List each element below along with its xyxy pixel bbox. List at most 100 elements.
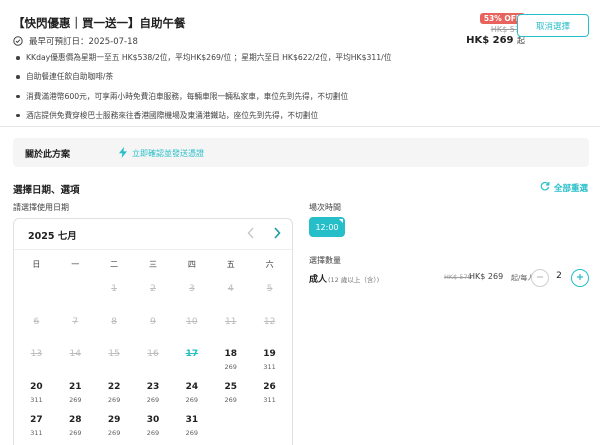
- day-cell: 5: [250, 279, 289, 312]
- quantity-increase-button[interactable]: [571, 269, 589, 287]
- weekday-label: 日: [32, 260, 41, 269]
- day-cell[interactable]: 21 269: [56, 377, 95, 410]
- day-number: 18: [224, 349, 237, 360]
- day-cell: 6: [17, 312, 56, 345]
- instant-confirm: 立即確認並發送憑證: [119, 147, 204, 160]
- weekday-label: 二: [110, 260, 119, 269]
- day-number: 30: [146, 414, 160, 425]
- day-number: 7: [72, 316, 79, 327]
- day-cell[interactable]: 18 269: [211, 344, 250, 377]
- day-number: 4: [227, 284, 234, 294]
- next-month-button[interactable]: [269, 226, 285, 242]
- day-price: 311: [30, 396, 43, 405]
- day-price: 269: [146, 428, 160, 437]
- refresh-icon: [540, 181, 550, 194]
- adult-quantity-row: 成人 (12 歲以上（含）) HK$ 570 HK$ 269 起/每人 2: [309, 268, 589, 288]
- adult-price: HK$ 269: [469, 272, 504, 281]
- day-number: 13: [30, 349, 43, 360]
- weekday-label: 一: [71, 260, 80, 269]
- day-number: 26: [263, 382, 276, 393]
- day-price: 311: [263, 363, 276, 372]
- minus-icon: [536, 273, 544, 284]
- day-number: 8: [111, 316, 117, 327]
- adult-label: 成人: [309, 275, 328, 285]
- calendar-month: 2025 七月: [28, 231, 77, 242]
- weekday-label: 三: [148, 260, 157, 269]
- weekday-label: 六: [265, 260, 274, 269]
- day-cell[interactable]: 25 269: [211, 377, 250, 410]
- day-price: 269: [224, 396, 237, 405]
- day-cell[interactable]: 27 311: [17, 410, 56, 443]
- day-number: 3: [188, 284, 195, 294]
- quantity-label: 選擇數量: [309, 256, 341, 265]
- day-cell[interactable]: 20 311: [17, 377, 56, 410]
- day-cell: 16: [134, 344, 173, 377]
- day-number: 28: [69, 414, 82, 425]
- day-number: 2: [150, 284, 156, 294]
- day-cell: 1: [95, 279, 134, 312]
- lightning-icon: [119, 147, 127, 160]
- day-number: 15: [108, 349, 120, 360]
- day-cell: 13: [17, 344, 56, 377]
- day-cell[interactable]: 29 269: [95, 410, 134, 443]
- day-number: 31: [185, 414, 199, 425]
- date-prompt: 請選擇使用日期: [13, 203, 69, 212]
- day-cell: 4: [211, 279, 250, 312]
- check-circle-icon: [13, 36, 23, 46]
- day-number: 23: [146, 382, 160, 393]
- day-price: 269: [107, 396, 121, 405]
- day-number: 11: [224, 316, 237, 327]
- day-price: 269: [107, 428, 121, 437]
- day-cell[interactable]: 19 311: [250, 344, 289, 377]
- day-number: 17: [185, 349, 199, 360]
- weekday-row: 日一二三四五六: [17, 259, 289, 270]
- day-number: 20: [30, 382, 43, 393]
- price-suffix: 起: [517, 36, 525, 45]
- day-number: 29: [107, 414, 121, 425]
- day-number: 9: [150, 316, 156, 327]
- adult-original-price: HK$ 570: [444, 273, 472, 281]
- highlights-list: KKday優惠價為星期一至五 HK$538/2位，平均HK$269/位 ；星期六…: [13, 52, 588, 129]
- day-cell-empty: [17, 279, 56, 312]
- day-number: 22: [107, 382, 121, 393]
- day-number: 10: [186, 316, 198, 327]
- day-cell-empty: [56, 279, 95, 312]
- day-number: 27: [30, 414, 43, 425]
- day-number: 1: [111, 284, 117, 294]
- weekday-label: 五: [226, 260, 235, 269]
- day-cell[interactable]: 26 311: [250, 377, 289, 410]
- adult-age-note: (12 歲以上（含）): [328, 276, 380, 284]
- day-price: 269: [185, 428, 199, 437]
- day-number: 14: [69, 349, 81, 360]
- day-cell: 14: [56, 344, 95, 377]
- day-price: 311: [30, 428, 43, 437]
- session-time-option[interactable]: 12:00: [309, 217, 345, 237]
- day-cell[interactable]: 30 269: [134, 410, 173, 443]
- day-cell[interactable]: 23 269: [134, 377, 173, 410]
- day-cell[interactable]: 28 269: [56, 410, 95, 443]
- cancel-selection-button[interactable]: 取消選擇: [517, 14, 589, 37]
- day-grid: 1 2 3 4 5 6 7 8 9 10 11 12 13 14 15 16 17 18 269 19 311 20 311…: [17, 279, 289, 442]
- day-cell[interactable]: 31 269: [172, 410, 211, 443]
- day-number: 25: [224, 382, 237, 393]
- day-number: 21: [69, 382, 82, 393]
- about-plan-bar: 關於此方案 立即確認並發送憑證: [13, 138, 589, 167]
- day-price: 269: [185, 396, 199, 405]
- day-number: 6: [33, 316, 40, 327]
- price-block: 53% OFF HK$ 570 HK$ 269 起: [465, 13, 525, 46]
- current-price: HK$ 269 起: [465, 35, 525, 46]
- day-cell[interactable]: 24 269: [172, 377, 211, 410]
- day-cell[interactable]: 22 269: [95, 377, 134, 410]
- day-price: 269: [146, 396, 160, 405]
- day-cell: 10: [172, 312, 211, 345]
- highlight-item: KKday優惠價為星期一至五 HK$538/2位，平均HK$269/位 ；星期六…: [13, 52, 588, 71]
- day-cell: 7: [56, 312, 95, 345]
- quantity-decrease-button[interactable]: [531, 269, 549, 287]
- day-price: 269: [69, 396, 82, 405]
- reset-all-button[interactable]: 全部重選: [540, 181, 588, 194]
- day-number: 24: [185, 382, 199, 393]
- chevron-right-icon: [273, 226, 281, 242]
- package-title: 【快閃優惠｜買一送一】自助午餐: [13, 16, 186, 30]
- prev-month-button[interactable]: [243, 226, 259, 242]
- highlight-item: 自助餐連任飲自助咖啡/茶: [13, 71, 588, 90]
